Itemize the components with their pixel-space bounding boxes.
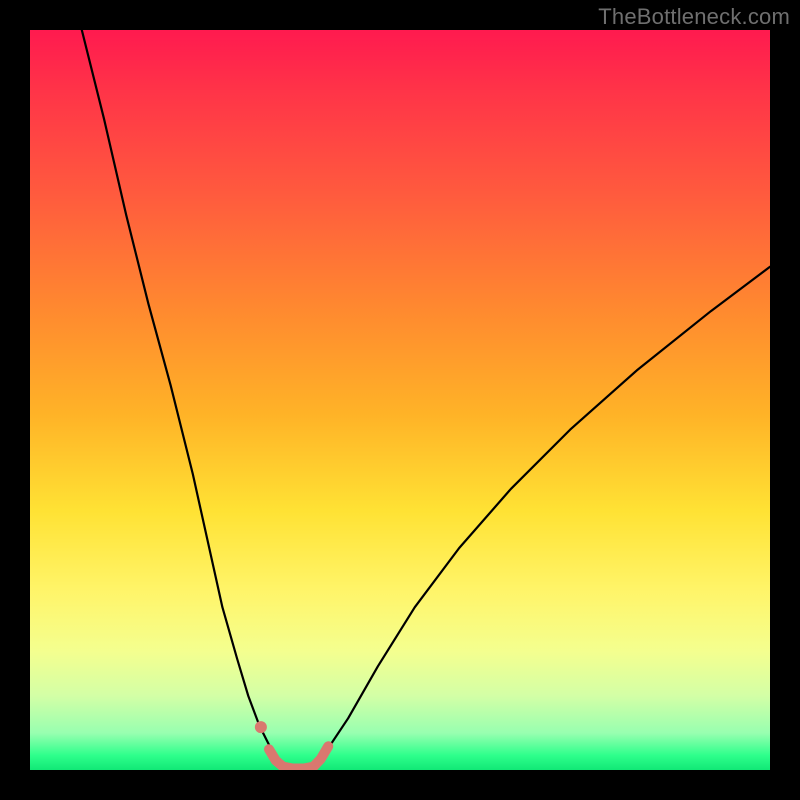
valley-highlight <box>269 746 328 768</box>
curve-layer <box>30 30 770 770</box>
series-right-branch <box>311 267 770 768</box>
chart-frame: TheBottleneck.com <box>0 0 800 800</box>
highlight-dot-left <box>255 721 267 733</box>
watermark-text: TheBottleneck.com <box>598 4 790 30</box>
series-left-branch <box>82 30 285 768</box>
plot-area <box>30 30 770 770</box>
